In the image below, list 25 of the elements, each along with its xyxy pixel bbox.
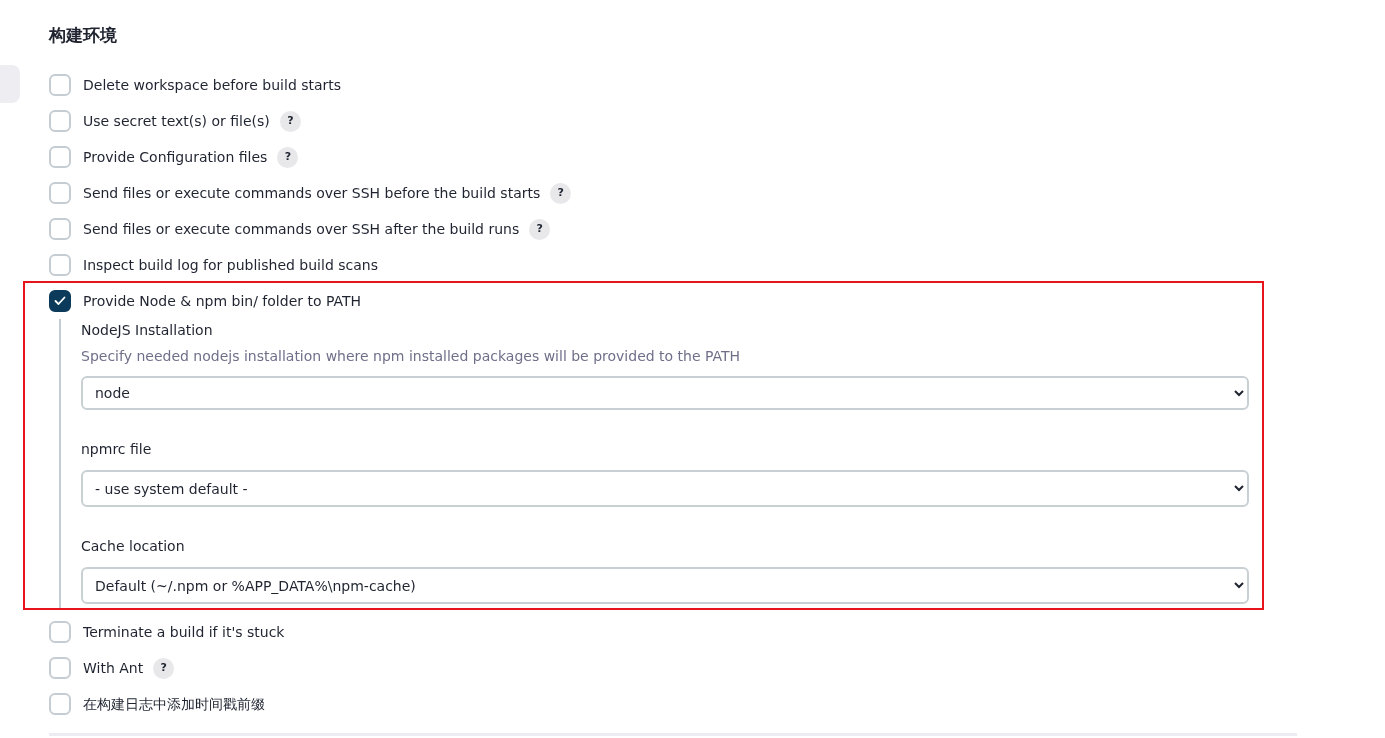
checkbox-label[interactable]: Send files or execute commands over SSH after the build runs [83,219,520,239]
help-button[interactable]: ? [277,146,299,168]
help-button[interactable]: ? [153,657,175,679]
field-label: NodeJS Installation [81,321,214,339]
field-label: Cache location [81,537,186,555]
help-button[interactable]: ? [529,218,551,240]
field-label: npmrc file [81,440,153,458]
checkbox-label[interactable]: Terminate a build if it's stuck [83,622,285,642]
checkbox-label[interactable]: Provide Node & npm bin/ folder to PATH [83,291,362,311]
checkbox-label[interactable]: Provide Configuration files [83,147,268,167]
checkbox-label[interactable]: Inspect build log for published build scans [83,255,378,275]
checkbox-label[interactable]: Send files or execute commands over SSH before the build starts [83,183,541,203]
check-icon [54,296,66,306]
section-title: 构建环境 [49,24,118,47]
select-field[interactable]: Default (~/.npm or %APP_DATA%\npm-cache) [81,567,1249,604]
field-description: Specify needed nodejs installation where npm installed packages will be provided to the PATH [81,347,742,365]
select-field[interactable]: node [81,376,1249,410]
help-button[interactable]: ? [550,182,572,204]
checkbox-label[interactable]: Delete workspace before build starts [83,75,342,95]
help-button[interactable]: ? [279,110,301,132]
checkbox[interactable] [49,290,71,312]
select-field[interactable]: - use system default - [81,470,1249,507]
checkbox-label[interactable]: Use secret text(s) or file(s) [83,111,270,131]
checkbox-label[interactable]: 在构建日志中添加时间戳前缀 [83,694,265,714]
checkbox-label[interactable]: With Ant [83,658,144,678]
